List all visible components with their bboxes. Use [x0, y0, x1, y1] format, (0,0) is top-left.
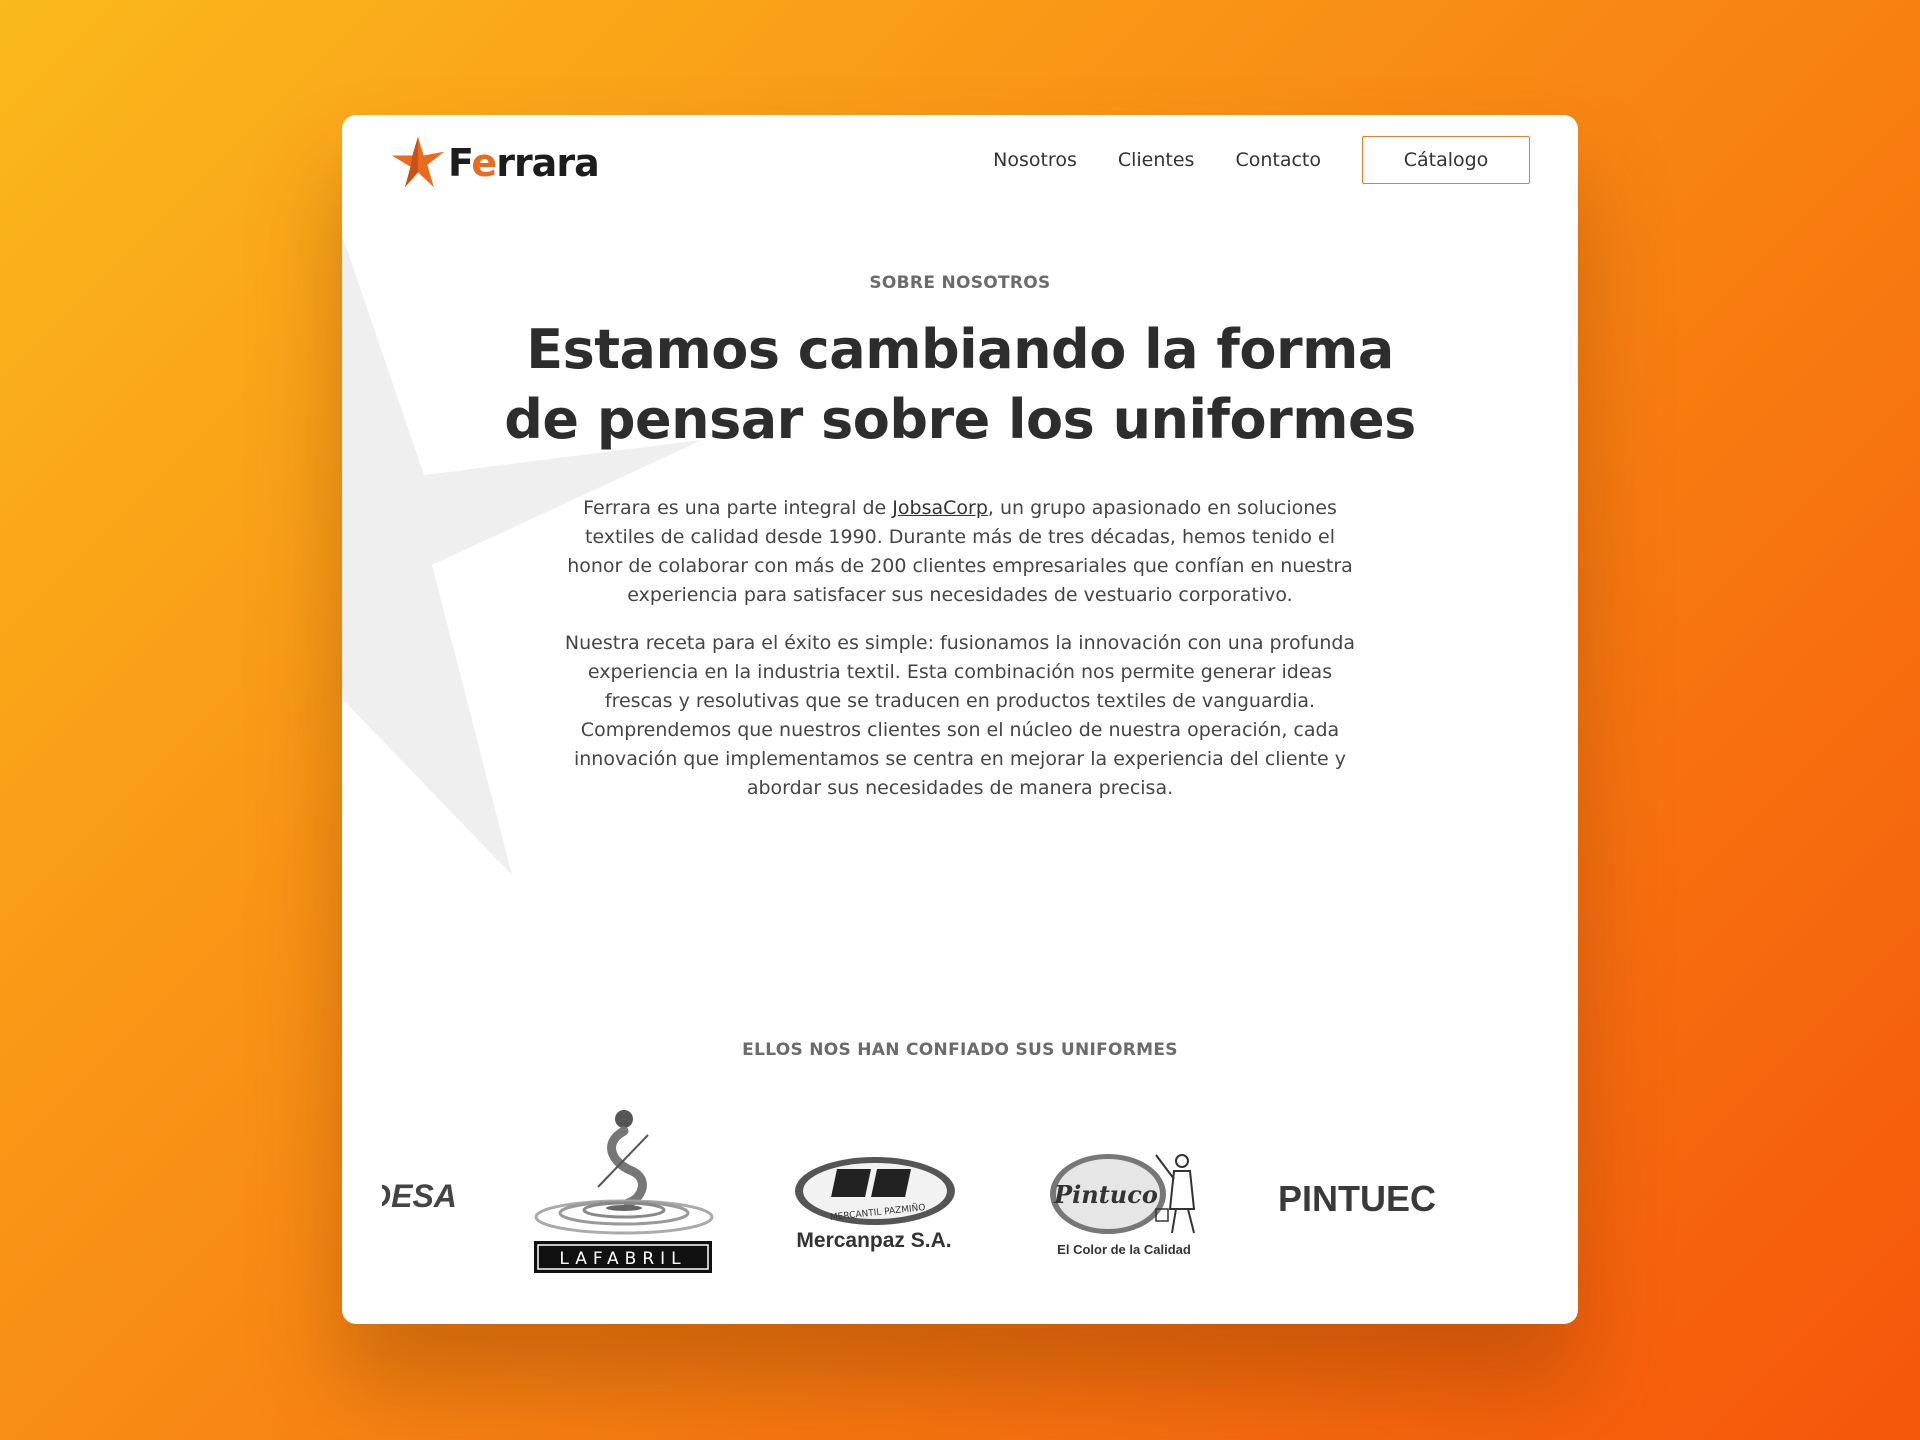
catalog-button[interactable]: Cátalogo: [1362, 136, 1530, 184]
about-paragraph-2: Nuestra receta para el éxito es simple: …: [564, 632, 1356, 799]
svg-text:El Color de la Calidad: El Color de la Calidad: [1057, 1242, 1191, 1257]
client-logo-mercanpaz: MERCANTIL PAZMIÑO Mercanpaz S.A.: [795, 1157, 955, 1252]
brand-logo[interactable]: Ferrara: [390, 135, 600, 191]
client-logos-strip: DESA LAFABRIL MERCANTIL PAZMIÑO Mercanpa…: [342, 1110, 1578, 1295]
client-logo-pintuec: PINTUEC: [1278, 1178, 1436, 1219]
headline-line-2: de pensar sobre los uniformes: [504, 388, 1416, 451]
svg-text:LAFABRIL: LAFABRIL: [559, 1249, 686, 1269]
svg-text:Mercanpaz S.A.: Mercanpaz S.A.: [796, 1229, 951, 1252]
main-card: Ferrara Nosotros Clientes Contacto Cátal…: [342, 115, 1578, 1324]
section-eyebrow: SOBRE NOSOTROS: [869, 273, 1051, 293]
brand-wordmark: Ferrara: [448, 141, 600, 185]
top-navigation: Ferrara Nosotros Clientes Contacto Cátal…: [342, 115, 1578, 245]
about-paragraph-1: Ferrara es una parte integral de JobsaCo…: [567, 497, 1353, 606]
headline-line-1: Estamos cambiando la forma: [526, 318, 1394, 381]
client-logo-desa: DESA: [382, 1178, 457, 1214]
nav-menu: Nosotros Clientes Contacto Cátalogo: [993, 136, 1530, 184]
nav-link-nosotros[interactable]: Nosotros: [993, 149, 1077, 171]
jobsacorp-link[interactable]: JobsaCorp: [892, 497, 988, 519]
star-logo-icon: [391, 136, 445, 188]
nav-link-contacto[interactable]: Contacto: [1235, 149, 1321, 171]
nav-link-clientes[interactable]: Clientes: [1118, 149, 1195, 171]
svg-text:DESA: DESA: [382, 1178, 457, 1214]
page-headline: Estamos cambiando la forma de pensar sob…: [462, 315, 1458, 455]
svg-text:PINTUEC: PINTUEC: [1278, 1178, 1436, 1219]
svg-text:Pintuco: Pintuco: [1053, 1180, 1158, 1209]
client-logo-pintuco: Pintuco El Color de la Calidad: [1050, 1154, 1196, 1257]
clients-title: ELLOS NOS HAN CONFIADO SUS UNIFORMES: [742, 1040, 1178, 1060]
client-logo-lafabril: LAFABRIL: [534, 1110, 714, 1273]
